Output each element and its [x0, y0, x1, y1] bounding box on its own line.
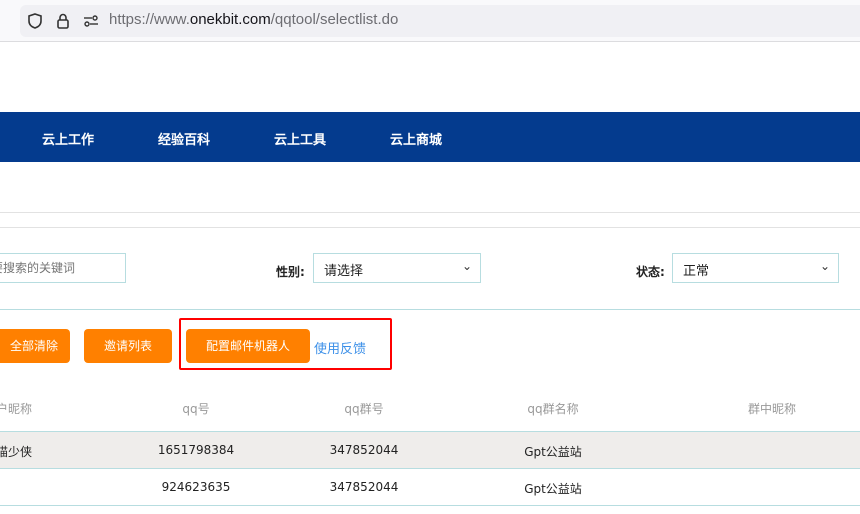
table-row[interactable]: [0, 432, 860, 468]
status-select[interactable]: 正常 ⌄: [672, 253, 839, 283]
url-prefix: https://www.: [109, 11, 190, 28]
gender-select[interactable]: 请选择 ⌄: [313, 253, 481, 283]
url-text[interactable]: https://www.onekbit.com/qqtool/selectlis…: [109, 11, 398, 28]
col-header-group-id: qq群号: [344, 402, 384, 416]
cell-qq: 1651798384: [157, 443, 235, 457]
permissions-icon[interactable]: [82, 12, 100, 30]
keyword-search-input[interactable]: [0, 253, 126, 283]
url-domain: onekbit.com: [189, 11, 271, 28]
nav-item-experience-wiki[interactable]: 经验百科: [158, 129, 210, 148]
status-label: 状态:: [636, 265, 665, 279]
col-header-group-name: qq群名称: [527, 402, 579, 416]
nav-item-cloud-mall[interactable]: 云上商城: [390, 129, 442, 148]
table-row[interactable]: [0, 469, 860, 505]
divider: [0, 227, 860, 228]
highlight-box: [179, 318, 392, 370]
cell-group-id: 347852044: [329, 443, 399, 457]
divider: [0, 505, 860, 506]
shield-icon[interactable]: [26, 12, 44, 30]
cell-qq: 924623635: [161, 480, 231, 494]
invite-list-button[interactable]: 邀请列表: [84, 329, 172, 363]
cell-nickname: 猫少侠: [0, 445, 33, 459]
cell-group-name: Gpt公益站: [524, 445, 582, 459]
clear-all-button[interactable]: 全部清除: [0, 329, 70, 363]
col-header-qq: qq号: [182, 402, 210, 416]
gender-value: 请选择: [324, 264, 364, 279]
chevron-down-icon: ⌄: [461, 259, 472, 273]
status-value: 正常: [683, 264, 710, 279]
gender-label: 性别:: [276, 265, 305, 279]
lock-icon[interactable]: [54, 12, 72, 30]
url-path: /qqtool/selectlist.do: [270, 11, 399, 28]
chevron-down-icon: ⌄: [819, 259, 830, 273]
divider: [0, 309, 860, 310]
cell-group-id: 347852044: [329, 480, 399, 494]
nav-item-cloud-tools[interactable]: 云上工具: [274, 129, 326, 148]
col-header-group-nickname: 群中昵称: [747, 402, 797, 416]
divider: [0, 212, 860, 213]
nav-item-cloud-work[interactable]: 云上工作: [42, 129, 94, 148]
col-header-nickname: 户昵称: [0, 402, 33, 416]
cell-group-name: Gpt公益站: [524, 482, 582, 496]
